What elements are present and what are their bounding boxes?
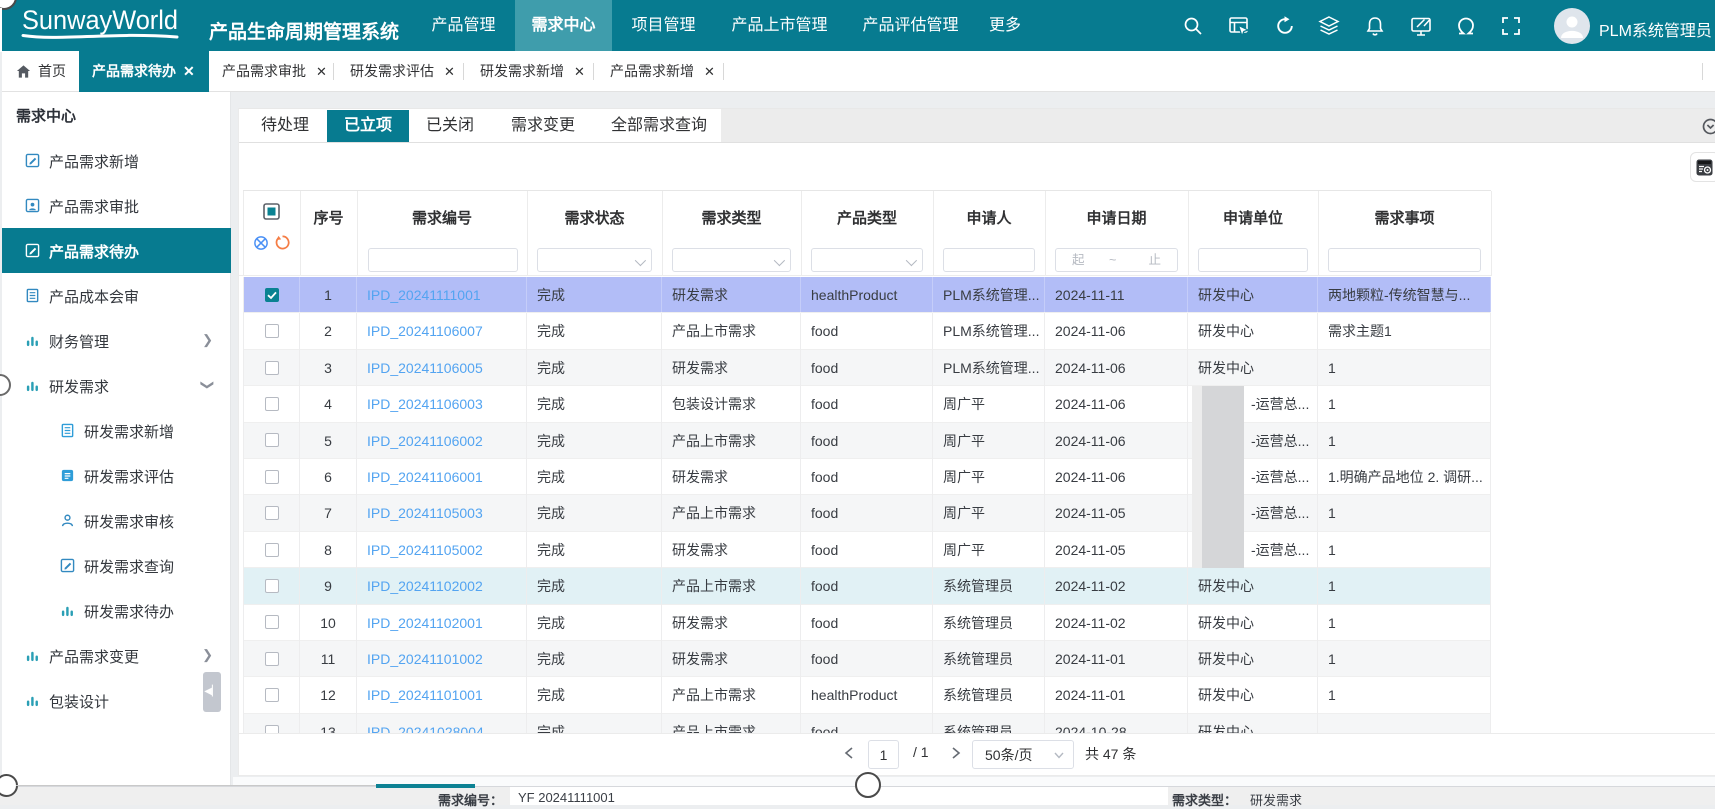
svg-text:SunwayWorld: SunwayWorld: [22, 5, 178, 35]
